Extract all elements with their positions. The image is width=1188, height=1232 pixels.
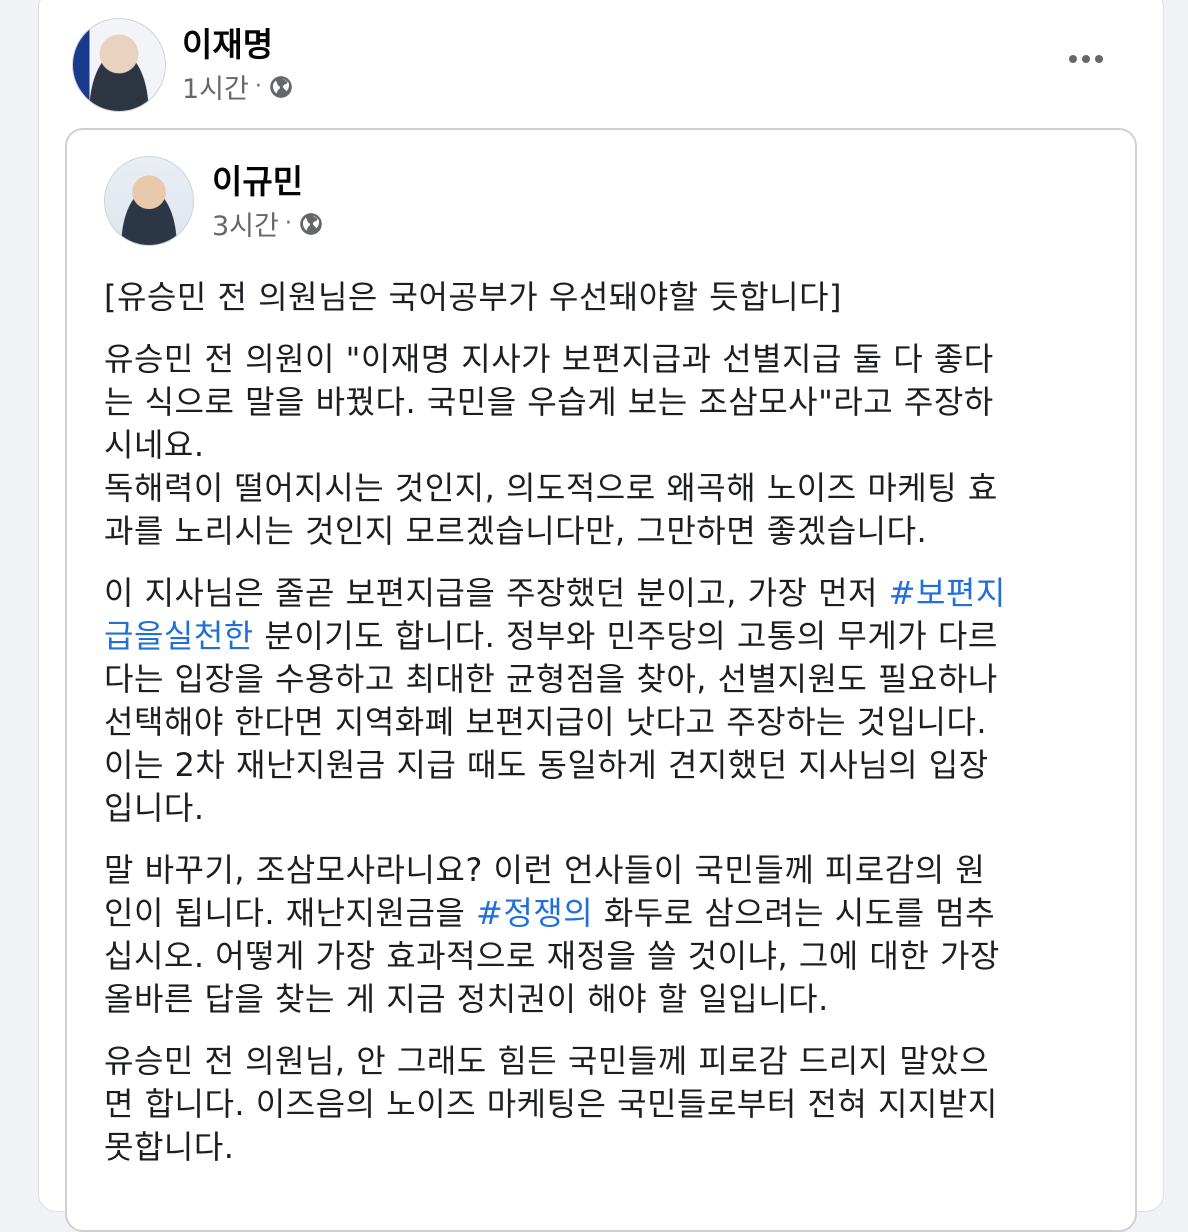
more-icon xyxy=(1069,55,1077,63)
shared-post-meta: 3시간 · xyxy=(212,204,324,243)
author-name[interactable]: 이재명 xyxy=(182,18,273,66)
post-meta: 1시간 · xyxy=(182,67,294,106)
post-paragraph: 이 지사님은 줄곧 보편지급을 주장했던 분이고, 가장 먼저 #보편지 급을실… xyxy=(104,572,1094,830)
meta-separator: · xyxy=(254,74,262,99)
globe-icon[interactable] xyxy=(268,74,294,100)
post-paragraph: 유승민 전 의원이 "이재명 지사가 보편지급과 선별지급 둘 다 좋다 는 식… xyxy=(104,340,998,550)
shared-post-time[interactable]: 3시간 xyxy=(212,204,279,243)
shared-author-avatar[interactable] xyxy=(104,156,194,246)
post-time[interactable]: 1시간 xyxy=(182,67,249,106)
post-body: [유승민 전 의원님은 국어공부가 우선돼야할 듯합니다] 유승민 전 의원이 … xyxy=(104,276,1094,1188)
paragraph-text: 이 지사님은 줄곧 보편지급을 주장했던 분이고, 가장 먼저 xyxy=(104,574,889,612)
globe-icon[interactable] xyxy=(298,211,324,237)
author-avatar[interactable] xyxy=(72,18,166,112)
post-title: [유승민 전 의원님은 국어공부가 우선돼야할 듯합니다] xyxy=(104,278,843,316)
shared-author-name[interactable]: 이규민 xyxy=(212,155,303,203)
more-icon xyxy=(1095,55,1103,63)
more-icon xyxy=(1082,55,1090,63)
post-paragraph: 유승민 전 의원님, 안 그래도 힘든 국민들께 피로감 드리지 말았으 면 합… xyxy=(104,1042,998,1166)
post-paragraph: 말 바꾸기, 조삼모사라니요? 이런 언사들이 국민들께 피로감의 원 인이 됩… xyxy=(104,849,1094,1021)
meta-separator: · xyxy=(284,211,292,236)
more-options-button[interactable] xyxy=(1064,46,1108,72)
hashtag-link[interactable]: #정쟁의 xyxy=(476,894,593,932)
